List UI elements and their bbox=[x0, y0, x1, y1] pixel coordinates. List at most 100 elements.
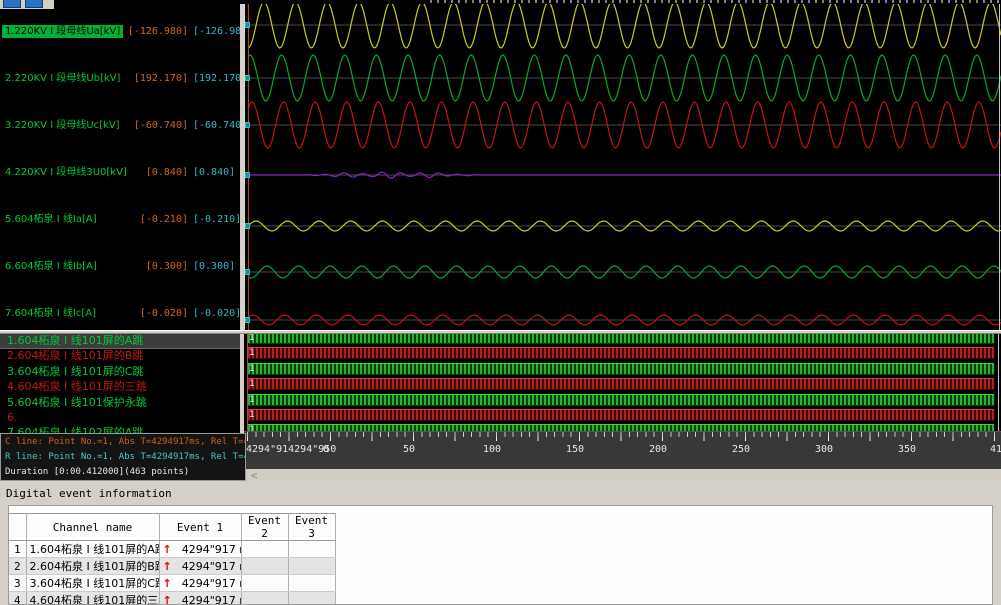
analog-value-cursor: [0.300] bbox=[126, 260, 188, 273]
ruler-minor-ticks bbox=[247, 432, 1001, 437]
digital-state-value: 1 bbox=[249, 348, 254, 359]
rising-edge-arrow-icon: ↑ bbox=[163, 560, 172, 573]
digital-state-value: 1 bbox=[249, 364, 254, 375]
event-3-cell bbox=[288, 558, 335, 575]
ruler-time-label: 300 bbox=[815, 444, 833, 455]
top-toolbar bbox=[0, 0, 54, 9]
event-3-cell bbox=[288, 541, 335, 558]
timeline-ruler[interactable]: 4294"914294"95005010015020025030035041 bbox=[244, 431, 1001, 469]
ruler-time-label: 150 bbox=[566, 444, 584, 455]
event-table-panel: Channel nameEvent 1Event 2Event 3 11.604… bbox=[8, 505, 993, 605]
waveform-plot-area[interactable] bbox=[244, 4, 1001, 330]
waveform-svg bbox=[245, 4, 1001, 330]
event-2-cell bbox=[241, 592, 288, 605]
ruler-time-label: 41 bbox=[990, 444, 1001, 455]
digital-channel-label[interactable]: 6. bbox=[0, 410, 240, 425]
digital-state-value: 1 bbox=[249, 410, 254, 421]
analog-channel-row[interactable]: 2.220KV I 段母线Ub[kV] [192.170] [192.170] bbox=[0, 72, 240, 85]
cursor-r-line[interactable] bbox=[999, 4, 1000, 330]
event-table-row[interactable]: 11.604柘泉 I 线101屏的A跳↑4294"917 ms bbox=[9, 541, 335, 558]
digital-state-bar: 1 bbox=[248, 394, 994, 406]
event-3-cell bbox=[288, 592, 335, 605]
duration-status: Duration [0:00.412000](463 points) bbox=[5, 465, 246, 480]
event-channel-name: 2.604柘泉 I 线101屏的B跳 bbox=[26, 558, 159, 575]
analog-channel-label[interactable]: 5.604柘泉 I 线Ia[A] bbox=[5, 213, 97, 226]
toolbar-button-1[interactable] bbox=[3, 0, 21, 8]
ruler-time-label: 350 bbox=[898, 444, 916, 455]
digital-channel-panel: 1.604柘泉 I 线101屏的A跳2.604柘泉 I 线101屏的B跳3.60… bbox=[0, 334, 240, 433]
analog-value-cursor: [-0.210] bbox=[126, 213, 188, 226]
channel-zero-marker bbox=[245, 22, 250, 28]
digital-state-value: 1 bbox=[249, 395, 254, 406]
r-line-status: R line: Point No.=1, Abs T=4294917ms, Re… bbox=[5, 450, 246, 465]
event-3-cell bbox=[288, 575, 335, 592]
analog-value-reference: [192.170] bbox=[193, 72, 240, 85]
event-row-number: 3 bbox=[9, 575, 26, 592]
event-table-header: Event 1 bbox=[159, 514, 241, 541]
digital-state-bar: 1 bbox=[248, 409, 994, 421]
analog-value-reference: [0.840] bbox=[193, 166, 240, 179]
waveform-analyzer-window: 1.220KV I 段母线Ua[kV][-126.980][-126.980]2… bbox=[0, 0, 1001, 605]
analog-channel-label[interactable]: 1.220KV I 段母线Ua[kV] bbox=[2, 25, 123, 38]
ruler-time-label: 250 bbox=[732, 444, 750, 455]
digital-bars-area[interactable]: 1111111 bbox=[244, 334, 1001, 431]
event-channel-name: 1.604柘泉 I 线101屏的A跳 bbox=[26, 541, 159, 558]
digital-channel-label[interactable]: 1.604柘泉 I 线101屏的A跳 bbox=[0, 334, 240, 348]
analog-value-cursor: [-126.980] bbox=[126, 25, 188, 38]
ruler-time-label: 0 bbox=[323, 444, 329, 455]
event-info-section: Digital event information Channel nameEv… bbox=[0, 481, 1001, 605]
analog-channel-label[interactable]: 4.220KV I 段母线3U0[kV] bbox=[5, 166, 127, 179]
event-1-cell: ↑4294"917 ms bbox=[159, 575, 241, 592]
digital-channel-label[interactable]: 7.604柘泉 I 线102屏的A跳 bbox=[0, 425, 240, 433]
event-1-cell: ↑4294"917 ms bbox=[159, 558, 241, 575]
analog-channel-row[interactable]: 6.604柘泉 I 线Ib[A][0.300][0.300] bbox=[0, 260, 240, 273]
channel-zero-marker bbox=[245, 317, 250, 323]
analog-channel-label[interactable]: 6.604柘泉 I 线Ib[A] bbox=[5, 260, 97, 273]
event-table-header: Channel name bbox=[26, 514, 159, 541]
channel-zero-marker bbox=[245, 269, 250, 275]
clipped-titlebar-text bbox=[430, 0, 1001, 3]
digital-event-table[interactable]: Channel nameEvent 1Event 2Event 3 11.604… bbox=[9, 513, 336, 605]
event-row-number: 2 bbox=[9, 558, 26, 575]
event-table-header: Event 2 bbox=[241, 514, 288, 541]
ruler-time-label: 200 bbox=[649, 444, 667, 455]
analog-channel-label[interactable]: 7.604柘泉 I 线Ic[A] bbox=[5, 307, 96, 320]
event-table-row[interactable]: 44.604柘泉 I 线101屏的三跳↑4294"917 ms bbox=[9, 592, 335, 605]
event-table-row[interactable]: 22.604柘泉 I 线101屏的B跳↑4294"917 ms bbox=[9, 558, 335, 575]
analog-value-cursor: [192.170] bbox=[126, 72, 188, 85]
analog-value-reference: [-60.740] bbox=[193, 119, 240, 132]
analog-channel-label[interactable]: 3.220KV I 段母线Uc[kV] bbox=[5, 119, 120, 132]
event-2-cell bbox=[241, 575, 288, 592]
analog-channel-label[interactable]: 2.220KV I 段母线Ub[kV] bbox=[5, 72, 120, 85]
analog-value-reference: [-0.020] bbox=[193, 307, 240, 320]
channel-zero-marker bbox=[245, 172, 250, 178]
analog-channel-row[interactable]: 4.220KV I 段母线3U0[kV][0.840][0.840] bbox=[0, 166, 240, 179]
event-table-row[interactable]: 33.604柘泉 I 线101屏的C跳↑4294"917 ms bbox=[9, 575, 335, 592]
digital-channel-label[interactable]: 5.604柘泉 I 线101保护永跳 bbox=[0, 395, 240, 410]
analog-channel-row[interactable]: 1.220KV I 段母线Ua[kV][-126.980][-126.980] bbox=[0, 25, 240, 38]
ruler-time-label: 100 bbox=[483, 444, 501, 455]
cursor-c-line[interactable] bbox=[248, 4, 249, 330]
digital-state-bar: 1 bbox=[248, 347, 994, 359]
digital-channel-label[interactable]: 2.604柘泉 I 线101屏的B跳 bbox=[0, 348, 240, 363]
rising-edge-arrow-icon: ↑ bbox=[163, 543, 172, 556]
analog-channel-row[interactable]: 5.604柘泉 I 线Ia[A][-0.210][-0.210] bbox=[0, 213, 240, 226]
event-channel-name: 4.604柘泉 I 线101屏的三跳 bbox=[26, 592, 159, 605]
cursor-r-line[interactable] bbox=[998, 334, 999, 431]
digital-state-bar: 1 bbox=[248, 378, 994, 390]
analog-value-reference: [-126.980] bbox=[193, 25, 240, 38]
analog-value-cursor: [-0.020] bbox=[126, 307, 188, 320]
digital-channel-label[interactable]: 3.604柘泉 I 线101屏的C跳 bbox=[0, 364, 240, 379]
channel-zero-marker bbox=[245, 122, 250, 128]
analog-channel-panel: 1.220KV I 段母线Ua[kV][-126.980][-126.980]2… bbox=[0, 9, 240, 330]
toolbar-button-2[interactable] bbox=[25, 0, 43, 8]
analog-channel-row[interactable]: 7.604柘泉 I 线Ic[A] [-0.020] [-0.020] bbox=[0, 307, 240, 320]
event-2-cell bbox=[241, 541, 288, 558]
channel-zero-marker bbox=[245, 75, 250, 81]
event-info-title: Digital event information bbox=[6, 487, 172, 500]
event-table-header: Event 3 bbox=[288, 514, 335, 541]
digital-channel-label[interactable]: 4.604柘泉 I 线101屏的三跳 bbox=[0, 379, 240, 394]
c-line-status: C line: Point No.=1, Abs T=4294917ms, Re… bbox=[5, 435, 246, 450]
ruler-time-label: 50 bbox=[403, 444, 415, 455]
analog-channel-row[interactable]: 3.220KV I 段母线Uc[kV][-60.740][-60.740] bbox=[0, 119, 240, 132]
